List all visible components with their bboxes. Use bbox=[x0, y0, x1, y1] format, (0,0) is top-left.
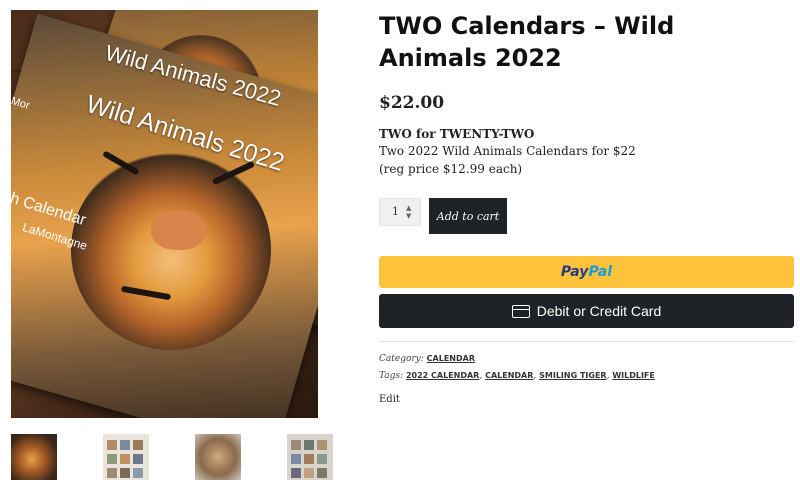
add-to-cart-button[interactable]: Add to cart bbox=[429, 198, 507, 234]
quantity-value[interactable]: 1 bbox=[392, 205, 399, 218]
thumbnail-2[interactable] bbox=[103, 434, 149, 480]
tag-link[interactable]: CALENDAR bbox=[485, 371, 533, 380]
thumbnail-4[interactable] bbox=[287, 434, 333, 480]
tag-link[interactable]: WILDLIFE bbox=[612, 371, 655, 380]
product-price: $22.00 bbox=[379, 93, 445, 113]
spinner-arrows-icon[interactable]: ▲ ▼ bbox=[406, 204, 414, 220]
thumbnail-3[interactable] bbox=[195, 434, 241, 480]
debit-credit-card-button[interactable]: Debit or Credit Card bbox=[379, 294, 794, 328]
tiger-face-front bbox=[71, 150, 271, 350]
tags-label: Tags: bbox=[379, 371, 404, 381]
paypal-logo-pay: Pay bbox=[560, 264, 589, 280]
credit-card-icon bbox=[511, 304, 530, 318]
product-description-heading: TWO for TWENTY-TWO bbox=[379, 127, 535, 141]
product-main-image[interactable]: Wild Animals 2022 Wild Animals 2022 h Ca… bbox=[11, 10, 318, 418]
quantity-stepper[interactable]: 1 ▲ ▼ bbox=[379, 198, 421, 226]
product-category: Category: CALENDAR bbox=[379, 354, 475, 364]
debit-credit-card-label: Debit or Credit Card bbox=[536, 303, 662, 319]
tiger-nose bbox=[151, 210, 206, 250]
product-description-line: (reg price $12.99 each) bbox=[379, 162, 523, 176]
tag-link[interactable]: SMILING TIGER bbox=[539, 371, 606, 380]
category-label: Category: bbox=[379, 354, 424, 364]
paypal-logo-pal: Pal bbox=[588, 264, 613, 280]
edit-link[interactable]: Edit bbox=[379, 394, 400, 405]
tag-link[interactable]: 2022 CALENDAR bbox=[406, 371, 479, 380]
thumbnail-1[interactable] bbox=[11, 434, 57, 480]
divider bbox=[379, 341, 794, 342]
category-link[interactable]: CALENDAR bbox=[427, 354, 475, 363]
product-title: TWO Calendars – Wild Animals 2022 bbox=[379, 12, 675, 72]
product-tags: Tags: 2022 CALENDAR, CALENDAR, SMILING T… bbox=[379, 371, 655, 381]
product-description-line: Two 2022 Wild Animals Calendars for $22 bbox=[379, 144, 636, 158]
paypal-button[interactable]: Pay Pal bbox=[379, 256, 794, 288]
